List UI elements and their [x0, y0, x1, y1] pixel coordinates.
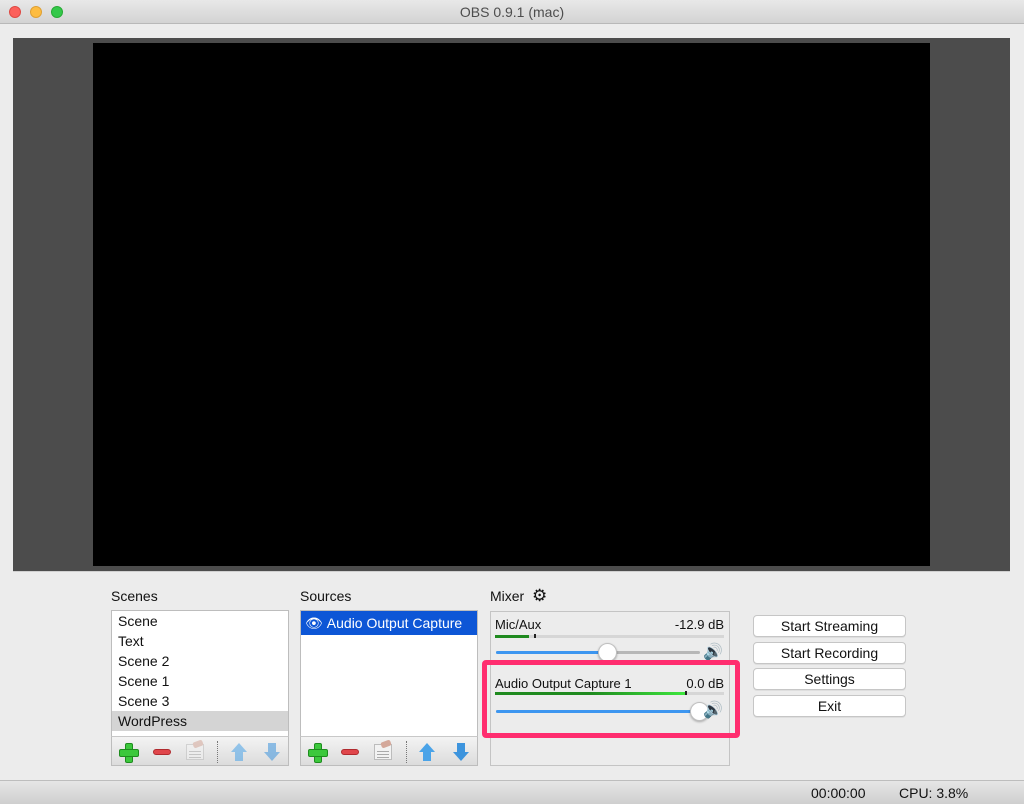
recording-time: 00:00:00 — [811, 785, 866, 801]
properties-icon — [374, 744, 392, 760]
settings-button[interactable]: Settings — [753, 668, 906, 690]
remove-scene-button[interactable] — [152, 742, 172, 762]
scene-item[interactable]: Scene 3 — [112, 691, 288, 711]
start-recording-button[interactable]: Start Recording — [753, 642, 906, 664]
add-icon — [308, 743, 328, 763]
source-properties-button[interactable] — [373, 742, 393, 762]
source-item-label: Audio Output Capture — [326, 615, 463, 631]
meter-level — [495, 635, 530, 638]
move-scene-up-button[interactable] — [229, 742, 249, 762]
channel-name: Mic/Aux — [495, 617, 542, 632]
scene-item[interactable]: Scene — [112, 611, 288, 631]
toolbar-separator — [217, 741, 218, 763]
sources-list[interactable]: 👁 Audio Output Capture — [300, 610, 478, 737]
volume-meter — [495, 634, 724, 638]
scene-item[interactable]: Text — [112, 631, 288, 651]
scene-item[interactable]: Scene 2 — [112, 651, 288, 671]
cpu-usage: CPU: 3.8% — [899, 785, 969, 801]
slider-fill — [496, 651, 609, 654]
properties-icon — [186, 744, 204, 760]
source-item-selected[interactable]: 👁 Audio Output Capture — [301, 611, 477, 635]
move-up-icon — [230, 743, 248, 761]
scenes-toolbar — [111, 736, 289, 766]
obs-window: OBS 0.9.1 (mac) Scenes Scene Text Scene … — [0, 0, 1024, 804]
highlight-annotation — [482, 660, 740, 738]
channel-db: -12.9 dB — [674, 617, 724, 632]
scene-item-selected[interactable]: WordPress — [112, 711, 288, 731]
sources-toolbar — [300, 736, 478, 766]
move-up-icon — [418, 743, 436, 761]
move-scene-down-button[interactable] — [262, 742, 282, 762]
eye-icon[interactable]: 👁 — [305, 611, 323, 635]
scene-item[interactable]: Scene 1 — [112, 671, 288, 691]
sources-label: Sources — [300, 588, 352, 604]
scenes-label: Scenes — [111, 588, 158, 604]
remove-icon — [341, 749, 359, 755]
remove-icon — [153, 749, 171, 755]
volume-slider[interactable] — [496, 643, 700, 662]
add-scene-button[interactable] — [118, 742, 139, 763]
preview-canvas[interactable] — [93, 43, 930, 566]
title-bar: OBS 0.9.1 (mac) — [0, 0, 1024, 24]
scenes-list[interactable]: Scene Text Scene 2 Scene 1 Scene 3 WordP… — [111, 610, 289, 737]
move-source-up-button[interactable] — [417, 742, 437, 762]
toolbar-separator — [406, 741, 407, 763]
add-icon — [119, 743, 139, 763]
remove-source-button[interactable] — [340, 742, 360, 762]
move-down-icon — [263, 743, 281, 761]
speaker-icon[interactable]: 🔊 — [703, 645, 723, 661]
add-source-button[interactable] — [307, 742, 328, 763]
gear-icon[interactable]: ⚙ — [532, 587, 547, 605]
start-streaming-button[interactable]: Start Streaming — [753, 615, 906, 637]
move-down-icon — [452, 743, 470, 761]
preview-area[interactable] — [13, 38, 1010, 572]
meter-peak — [533, 634, 536, 638]
exit-button[interactable]: Exit — [753, 695, 906, 717]
mixer-label: Mixer — [490, 588, 525, 604]
window-title: OBS 0.9.1 (mac) — [459, 4, 565, 20]
scene-properties-button[interactable] — [185, 742, 205, 762]
move-source-down-button[interactable] — [451, 742, 471, 762]
status-bar: 00:00:00 CPU: 3.8% — [0, 780, 1024, 804]
